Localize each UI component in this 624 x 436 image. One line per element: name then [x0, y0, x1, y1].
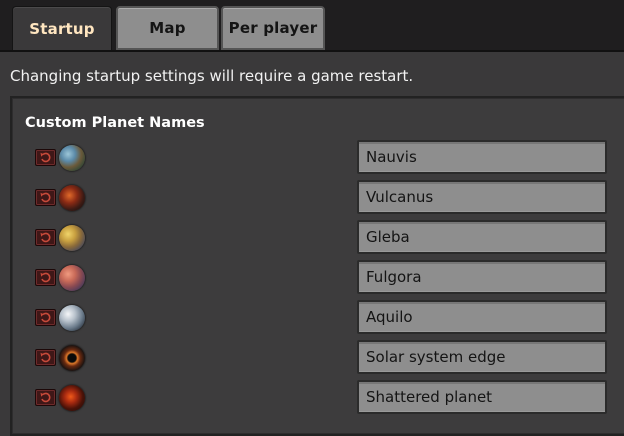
shattered-planet-icon: [59, 385, 85, 411]
reset-button[interactable]: [35, 229, 56, 246]
planet-row-vulcanus: [0, 179, 624, 215]
tab-startup[interactable]: Startup: [12, 6, 112, 50]
solar-system-edge-icon: [59, 345, 85, 371]
planet-row-fulgora: [0, 259, 624, 295]
gleba-planet-icon: [59, 225, 85, 251]
tab-bar: Startup Map Per player: [0, 0, 624, 52]
reset-button[interactable]: [35, 149, 56, 166]
tab-label: Per player: [228, 19, 318, 37]
tab-map[interactable]: Map: [116, 6, 219, 50]
planet-name-input-gleba[interactable]: [357, 220, 607, 254]
planet-name-input-vulcanus[interactable]: [357, 180, 607, 214]
reset-icon: [40, 192, 51, 203]
fulgora-planet-icon: [59, 265, 85, 291]
section-title: Custom Planet Names: [25, 115, 205, 131]
reset-icon: [40, 152, 51, 163]
planet-name-input-aquilo[interactable]: [357, 300, 607, 334]
reset-button[interactable]: [35, 309, 56, 326]
tab-label: Startup: [29, 19, 95, 38]
reset-icon: [40, 272, 51, 283]
reset-icon: [40, 312, 51, 323]
planet-name-input-shattered-planet[interactable]: [357, 380, 607, 414]
reset-button[interactable]: [35, 269, 56, 286]
planet-name-input-fulgora[interactable]: [357, 260, 607, 294]
reset-icon: [40, 392, 51, 403]
planet-row-nauvis: [0, 139, 624, 175]
vulcanus-planet-icon: [59, 185, 85, 211]
planet-row-solar-system-edge: [0, 339, 624, 375]
tab-per-player[interactable]: Per player: [221, 6, 325, 50]
planet-name-input-solar-system-edge[interactable]: [357, 340, 607, 374]
planet-row-aquilo: [0, 299, 624, 335]
reset-icon: [40, 352, 51, 363]
planet-row-shattered-planet: [0, 379, 624, 415]
tab-label: Map: [149, 19, 186, 37]
nauvis-planet-icon: [59, 145, 85, 171]
reset-icon: [40, 232, 51, 243]
reset-button[interactable]: [35, 389, 56, 406]
reset-button[interactable]: [35, 349, 56, 366]
restart-notice: Changing startup settings will require a…: [10, 67, 414, 85]
reset-button[interactable]: [35, 189, 56, 206]
aquilo-planet-icon: [59, 305, 85, 331]
planet-row-gleba: [0, 219, 624, 255]
planet-name-input-nauvis[interactable]: [357, 140, 607, 174]
